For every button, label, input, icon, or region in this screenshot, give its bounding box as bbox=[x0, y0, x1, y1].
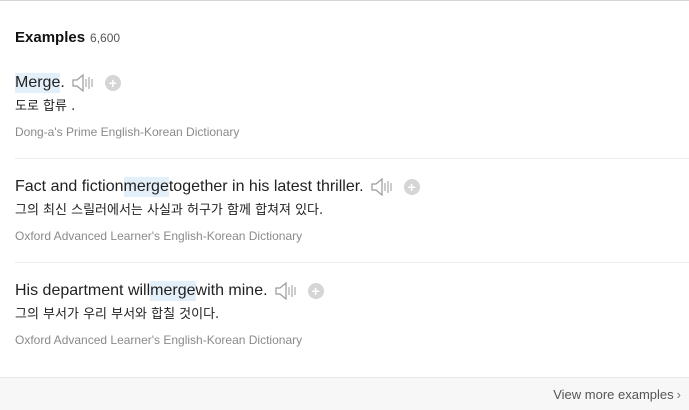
example-sentence: Fact and fiction merge together in his l… bbox=[15, 177, 689, 197]
highlighted-word[interactable]: merge bbox=[150, 281, 196, 301]
example-translation: 그의 부서가 우리 부서와 합칠 것이다. bbox=[15, 307, 220, 322]
add-icon[interactable]: + bbox=[403, 179, 420, 195]
divider bbox=[15, 158, 689, 159]
add-icon[interactable]: + bbox=[307, 283, 324, 299]
speaker-icon[interactable] bbox=[274, 281, 300, 301]
examples-title: Examples bbox=[15, 29, 86, 46]
sentence-text-before: Fact and fiction bbox=[15, 178, 124, 195]
chevron-right-icon: › bbox=[676, 387, 681, 402]
examples-header: Examples 6,600 bbox=[15, 29, 120, 46]
divider bbox=[15, 262, 689, 263]
sentence-text-after: with mine. bbox=[195, 282, 268, 299]
view-more-examples-link[interactable]: View more examples › bbox=[553, 387, 681, 402]
view-more-label: View more examples bbox=[553, 387, 674, 402]
examples-footer: View more examples › bbox=[0, 377, 689, 410]
top-border bbox=[0, 0, 689, 1]
example-item: His department will merge with mine. + 그… bbox=[15, 281, 689, 347]
example-source: Oxford Advanced Learner's English-Korean… bbox=[15, 333, 303, 347]
example-sentence: His department will merge with mine. + bbox=[15, 281, 689, 301]
example-translation: 도로 합류 . bbox=[15, 99, 76, 114]
example-source: Dong-a's Prime English-Korean Dictionary bbox=[15, 125, 240, 139]
sentence-text-after: . bbox=[60, 74, 65, 91]
example-sentence: Merge. + bbox=[15, 73, 689, 93]
speaker-icon[interactable] bbox=[370, 177, 396, 197]
example-translation: 그의 최신 스릴러에서는 사실과 허구가 함께 합쳐져 있다. bbox=[15, 203, 324, 218]
sentence-text-after: together in his latest thriller. bbox=[168, 178, 364, 195]
highlighted-word[interactable]: Merge bbox=[15, 73, 61, 93]
sentence-text-before: His department will bbox=[15, 282, 151, 299]
speaker-icon[interactable] bbox=[71, 73, 97, 93]
example-source: Oxford Advanced Learner's English-Korean… bbox=[15, 229, 303, 243]
add-icon[interactable]: + bbox=[104, 75, 121, 91]
highlighted-word[interactable]: merge bbox=[123, 177, 169, 197]
examples-count: 6,600 bbox=[90, 31, 121, 45]
example-item: Fact and fiction merge together in his l… bbox=[15, 177, 689, 243]
example-item: Merge. + 도로 합류 . Dong-a's Prime English-… bbox=[15, 73, 689, 139]
